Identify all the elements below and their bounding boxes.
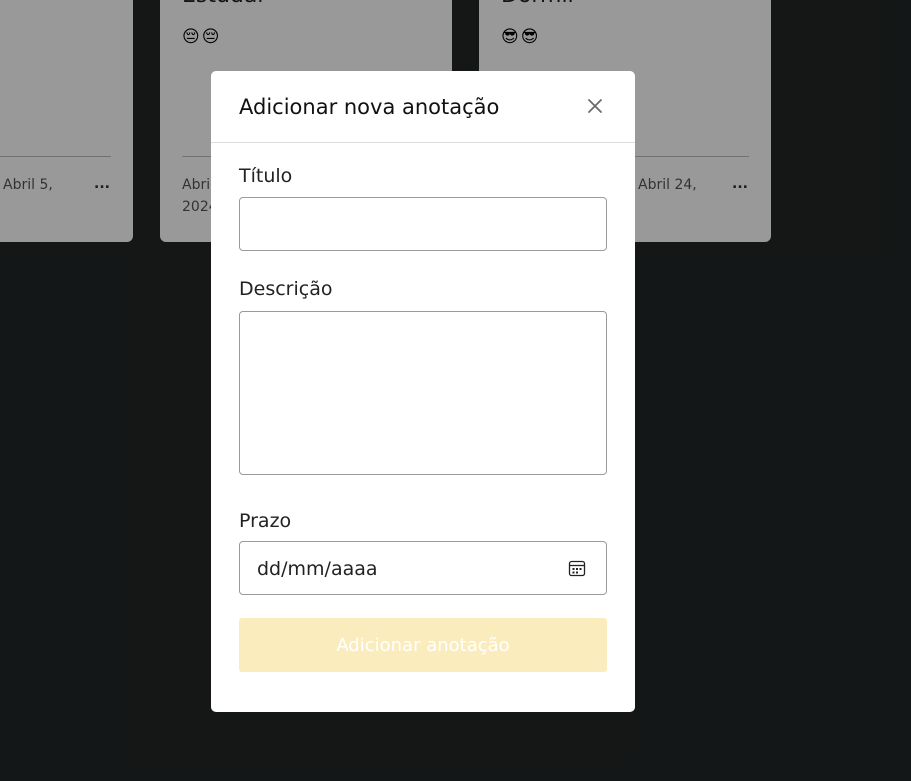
- prazo-date-input[interactable]: dd/mm/aaaa: [239, 541, 607, 595]
- add-note-modal: Adicionar nova anotação Título Descrição…: [211, 71, 635, 712]
- modal-header: Adicionar nova anotação: [211, 71, 635, 143]
- titulo-label: Título: [239, 165, 293, 187]
- close-button[interactable]: [583, 94, 607, 118]
- descricao-textarea[interactable]: [239, 311, 607, 475]
- app-stage: Abril 5, ... Estudar 😔😔 Abril 2024 ... D…: [0, 0, 911, 781]
- titulo-input[interactable]: [239, 197, 607, 251]
- prazo-date-placeholder: dd/mm/aaaa: [257, 558, 378, 580]
- calendar-picker-button[interactable]: [568, 559, 588, 579]
- modal-title: Adicionar nova anotação: [239, 95, 500, 119]
- descricao-label: Descrição: [239, 278, 333, 300]
- close-icon: [588, 99, 602, 113]
- prazo-label: Prazo: [239, 510, 292, 532]
- calendar-icon: [568, 560, 586, 577]
- add-note-submit-button[interactable]: Adicionar anotação: [239, 618, 607, 672]
